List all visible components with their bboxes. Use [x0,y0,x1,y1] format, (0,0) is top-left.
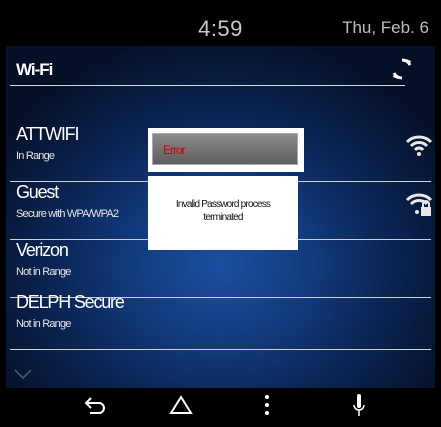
error-dialog-header: Error [148,128,304,172]
network-status: In Range [16,150,55,162]
menu-icon[interactable] [254,392,280,418]
refresh-icon[interactable] [389,56,415,82]
wifi-icon [405,135,433,156]
network-status: Not in Range [16,318,71,330]
page-header: Wi-Fi [6,46,435,96]
network-name: ATTWIFI [16,124,79,144]
header-divider [10,85,405,86]
date: Thu, Feb. 6 [342,18,429,37]
page-title: Wi-Fi [16,60,53,79]
error-message: Invalid Password process terminated [175,199,271,223]
network-status: Not in Range [16,266,71,278]
error-title: Error [163,143,186,157]
network-name: Verizon [16,240,69,260]
home-icon[interactable] [168,392,194,418]
error-dialog-body[interactable]: Invalid Password process terminated [148,176,298,250]
row-divider [10,349,431,350]
wifi-settings-screen: 4:59 Thu, Feb. 6 Wi-Fi ATTWIFI In Range … [0,0,441,427]
network-row-delph-secure[interactable]: DELPH Secure Not in Range [6,292,435,350]
network-name: DELPH Secure [16,292,125,312]
error-title-bar: Error [152,133,298,165]
status-bar: 4:59 Thu, Feb. 6 [6,6,435,46]
wifi-lock-icon [405,193,433,216]
chevron-down-icon[interactable] [14,368,32,380]
microphone-icon[interactable] [346,392,372,418]
back-icon[interactable] [82,392,108,418]
network-status: Secure with WPA/WPA2 [16,208,119,220]
navigation-bar [6,388,435,421]
network-name: Guest [16,182,59,202]
